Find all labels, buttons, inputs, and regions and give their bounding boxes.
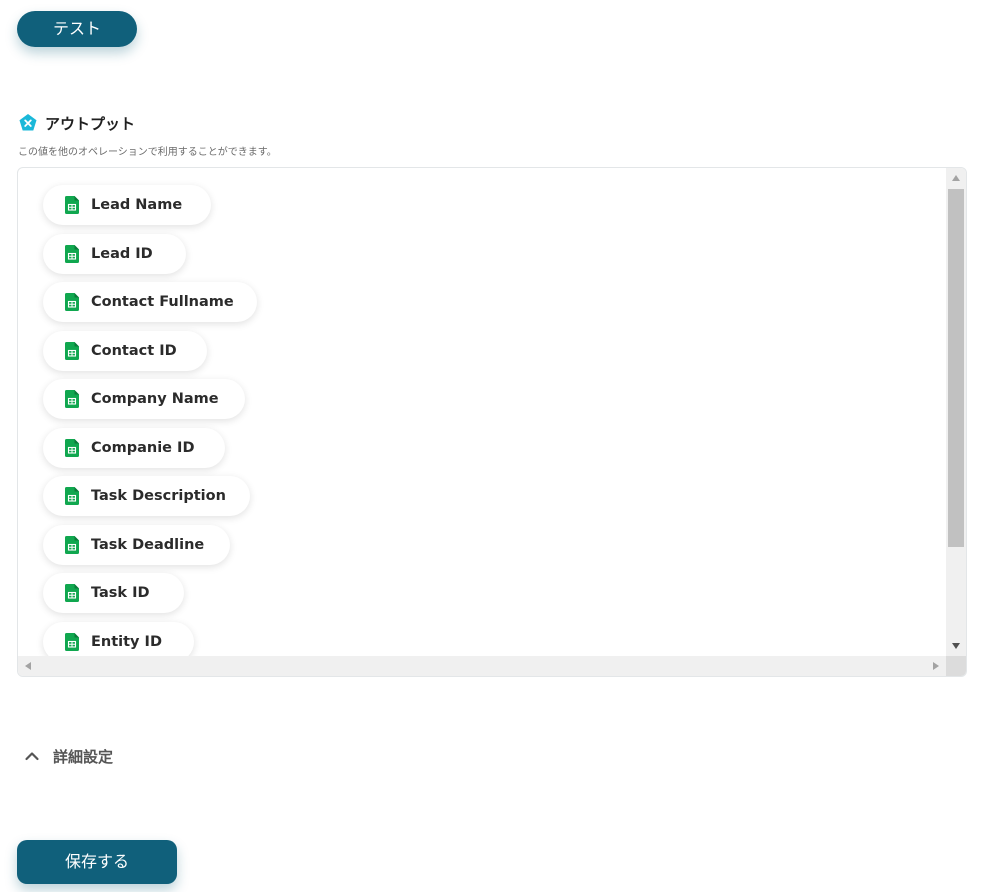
output-item[interactable]: Companie ID <box>43 427 225 468</box>
vertical-scroll-thumb[interactable] <box>948 189 964 547</box>
output-item[interactable]: Company Name <box>43 379 245 419</box>
save-button[interactable]: 保存する <box>17 840 177 884</box>
output-item[interactable]: Task Description <box>43 476 250 516</box>
output-x-icon <box>19 114 37 131</box>
spreadsheet-icon <box>65 632 79 651</box>
spreadsheet-icon <box>65 341 79 360</box>
output-item[interactable]: Lead ID <box>43 233 186 274</box>
spreadsheet-icon <box>65 244 79 263</box>
output-item[interactable]: Task Deadline <box>43 524 230 565</box>
output-title: アウトプット <box>45 114 136 133</box>
output-list: Lead Name Lead ID Contact Fullname Contact … <box>18 168 946 656</box>
advanced-settings-toggle[interactable]: 詳細設定 <box>24 745 113 767</box>
spreadsheet-icon <box>65 535 79 554</box>
output-item[interactable]: Entity ID <box>43 621 194 656</box>
scroll-corner <box>946 656 966 676</box>
spreadsheet-icon <box>65 196 79 214</box>
output-item-label: Task ID <box>91 585 150 601</box>
chevron-up-icon <box>25 752 39 761</box>
spreadsheet-icon <box>65 487 79 505</box>
output-item-label: Contact Fullname <box>91 294 234 310</box>
advanced-settings-label: 詳細設定 <box>53 747 114 766</box>
scroll-down-arrow-icon[interactable] <box>946 636 966 656</box>
spreadsheet-icon <box>65 390 79 408</box>
scroll-right-arrow-icon[interactable] <box>926 656 946 676</box>
output-item[interactable]: Contact ID <box>43 330 207 371</box>
output-panel: Lead Name Lead ID Contact Fullname Contact … <box>17 167 967 677</box>
vertical-scrollbar[interactable] <box>946 168 966 656</box>
output-item[interactable]: Task ID <box>43 573 184 613</box>
output-item[interactable]: Contact Fullname <box>43 282 257 322</box>
scroll-left-arrow-icon[interactable] <box>18 656 38 676</box>
spreadsheet-icon <box>65 438 79 457</box>
output-item-label: Task Deadline <box>91 536 205 553</box>
output-item-label: Task Description <box>91 488 226 504</box>
horizontal-scrollbar[interactable] <box>18 656 946 676</box>
output-item-label: Contact ID <box>91 342 177 359</box>
output-header: アウトプット <box>18 112 135 134</box>
output-item-label: Entity ID <box>91 633 162 650</box>
output-item[interactable]: Lead Name <box>43 185 211 225</box>
output-item-label: Lead Name <box>91 197 183 213</box>
output-item-label: Companie ID <box>91 439 195 456</box>
output-item-label: Company Name <box>91 391 219 407</box>
spreadsheet-icon <box>65 584 79 602</box>
test-button[interactable]: テスト <box>17 11 137 47</box>
output-description: この値を他のオペレーションで利用することができます。 <box>18 147 277 158</box>
output-item-label: Lead ID <box>91 245 153 262</box>
scroll-up-arrow-icon[interactable] <box>946 168 966 188</box>
spreadsheet-icon <box>65 293 79 311</box>
